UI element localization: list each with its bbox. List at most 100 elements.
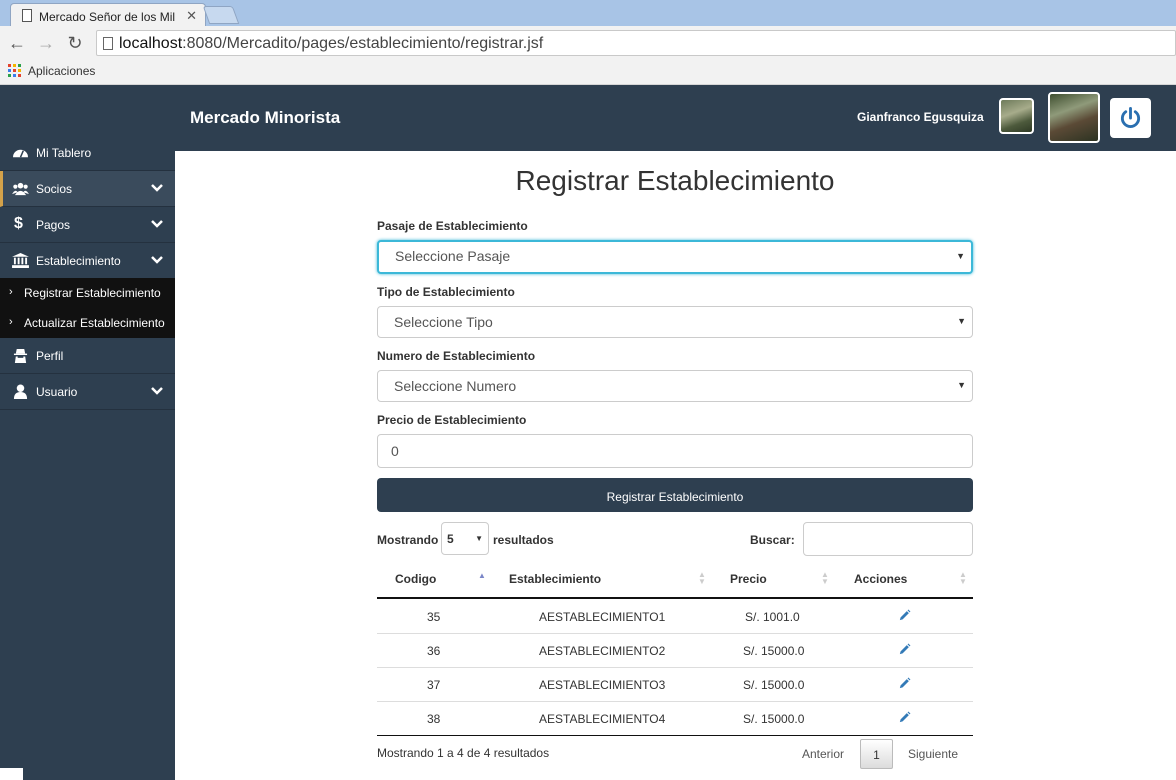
edit-icon[interactable] xyxy=(898,643,911,656)
cell-establecimiento: AESTABLECIMIENTO2 xyxy=(539,644,666,658)
sidebar-item-pagos[interactable]: $ Pagos xyxy=(0,207,175,243)
numero-select[interactable]: Seleccione Numero ▼ xyxy=(377,370,973,402)
reload-icon[interactable]: ↻ xyxy=(65,33,85,53)
sidebar-item-label: Perfil xyxy=(36,349,64,363)
tipo-label: Tipo de Establecimiento xyxy=(377,285,515,299)
caret-down-icon: ▼ xyxy=(475,534,483,543)
numero-select-value: Seleccione Numero xyxy=(394,378,517,394)
column-header-establecimiento[interactable]: Establecimiento xyxy=(509,572,601,586)
caret-down-icon: ▼ xyxy=(957,380,966,390)
cell-precio: S/. 15000.0 xyxy=(743,678,805,692)
cell-precio: S/. 15000.0 xyxy=(743,644,805,658)
sidebar-subitem-actualizar[interactable]: › Actualizar Establecimiento xyxy=(0,308,175,338)
caret-down-icon: ▼ xyxy=(957,316,966,326)
bookmarks-bar: Aplicaciones xyxy=(0,60,1176,85)
brand-title[interactable]: Mercado Minorista xyxy=(190,108,340,128)
close-tab-icon[interactable]: ✕ xyxy=(186,8,197,24)
cell-establecimiento: AESTABLECIMIENTO3 xyxy=(539,678,666,692)
cell-establecimiento: AESTABLECIMIENTO1 xyxy=(539,610,666,624)
sidebar-item-usuario[interactable]: Usuario xyxy=(0,374,175,410)
sidebar-subitem-registrar[interactable]: › Registrar Establecimiento xyxy=(0,278,175,308)
cell-precio: S/. 1001.0 xyxy=(745,610,800,624)
chevron-down-icon xyxy=(151,184,163,192)
user-secret-icon xyxy=(13,348,28,363)
user-avatar[interactable] xyxy=(1048,92,1100,143)
bank-icon xyxy=(12,253,29,268)
pagination-next[interactable]: Siguiente xyxy=(908,747,958,761)
sidebar-item-perfil[interactable]: Perfil xyxy=(0,338,175,374)
search-input[interactable] xyxy=(803,522,973,556)
sidebar-item-label: Pagos xyxy=(36,218,71,232)
pagination-page-current[interactable]: 1 xyxy=(860,739,893,769)
cell-establecimiento: AESTABLECIMIENTO4 xyxy=(539,712,666,726)
pagination-previous[interactable]: Anterior xyxy=(802,747,844,761)
edit-icon[interactable] xyxy=(898,609,911,622)
search-label: Buscar: xyxy=(750,533,795,547)
user-icon xyxy=(13,384,28,399)
sort-icon[interactable]: ▲ ▼ xyxy=(959,571,967,586)
table-header: Codigo ▲ Establecimiento ▲ ▼ Precio ▲ ▼ Ac… xyxy=(377,562,973,599)
user-name: Gianfranco Egusquiza xyxy=(857,110,984,124)
chevron-down-icon xyxy=(151,387,163,395)
edit-icon[interactable] xyxy=(898,711,911,724)
edit-icon[interactable] xyxy=(898,677,911,690)
length-results-label: resultados xyxy=(493,533,554,547)
browser-tab[interactable]: Mercado Señor de los Mil ✕ xyxy=(10,3,206,26)
table-row: 35 AESTABLECIMIENTO1 S/. 1001.0 xyxy=(377,600,973,634)
sort-icon[interactable]: ▲ ▼ xyxy=(821,571,829,586)
sidebar-corner xyxy=(0,768,23,780)
url-path: :8080/Mercadito/pages/establecimiento/re… xyxy=(182,35,544,52)
column-header-codigo[interactable]: Codigo xyxy=(395,572,436,586)
cell-codigo: 38 xyxy=(427,712,441,726)
sidebar-subitem-label: Actualizar Establecimiento xyxy=(24,316,165,330)
bookmark-apps[interactable]: Aplicaciones xyxy=(28,64,95,78)
users-icon xyxy=(12,182,29,196)
registrar-button[interactable]: Registrar Establecimiento xyxy=(377,478,973,512)
chevron-right-icon: › xyxy=(9,286,13,298)
pasaje-select[interactable]: Seleccione Pasaje ▼ xyxy=(377,240,973,274)
pasaje-label: Pasaje de Establecimiento xyxy=(377,219,528,233)
precio-label: Precio de Establecimiento xyxy=(377,413,527,427)
logout-button[interactable] xyxy=(1110,98,1151,138)
cell-precio: S/. 15000.0 xyxy=(743,712,805,726)
numero-label: Numero de Establecimiento xyxy=(377,349,536,363)
tipo-select[interactable]: Seleccione Tipo ▼ xyxy=(377,306,973,338)
chevron-down-icon xyxy=(151,220,163,228)
sidebar-item-establecimiento[interactable]: Establecimiento xyxy=(0,243,175,279)
column-header-precio[interactable]: Precio xyxy=(730,572,767,586)
sidebar-subitem-label: Registrar Establecimiento xyxy=(24,286,161,300)
app-header: Mercado Minorista Gianfranco Egusquiza xyxy=(0,85,1176,151)
sidebar-item-label: Usuario xyxy=(36,385,78,399)
browser-tab-title: Mercado Señor de los Mil xyxy=(39,10,176,24)
apps-grid-icon[interactable] xyxy=(8,64,21,77)
page-info-icon xyxy=(103,37,113,50)
cell-codigo: 35 xyxy=(427,610,441,624)
table-row: 36 AESTABLECIMIENTO2 S/. 15000.0 xyxy=(377,634,973,668)
power-icon xyxy=(1120,106,1141,128)
sidebar-item-mi-tablero[interactable]: Mi Tablero xyxy=(0,135,175,171)
browser-tab-bar: Mercado Señor de los Mil ✕ xyxy=(0,0,1176,26)
cell-codigo: 37 xyxy=(427,678,441,692)
page-title: Registrar Establecimiento xyxy=(515,165,835,196)
sort-ascending-icon[interactable]: ▲ xyxy=(478,572,486,580)
page-length-select[interactable]: 5 ▼ xyxy=(441,522,489,555)
sort-icon[interactable]: ▲ ▼ xyxy=(698,571,706,586)
pasaje-select-value: Seleccione Pasaje xyxy=(395,248,511,264)
precio-input-value: 0 xyxy=(391,443,399,459)
dollar-icon: $ xyxy=(14,215,23,232)
precio-input[interactable]: 0 xyxy=(377,434,973,468)
browser-toolbar: ← → ↻ localhost:8080/Mercadito/pages/est… xyxy=(0,26,1176,60)
address-bar[interactable]: localhost:8080/Mercadito/pages/estableci… xyxy=(96,30,1176,56)
new-tab-button[interactable] xyxy=(202,6,240,24)
table-row: 37 AESTABLECIMIENTO3 S/. 15000.0 xyxy=(377,668,973,702)
page-length-value: 5 xyxy=(447,532,454,546)
sidebar-item-socios[interactable]: Socios xyxy=(0,171,175,207)
column-header-acciones[interactable]: Acciones xyxy=(854,572,907,586)
forward-icon[interactable]: → xyxy=(36,33,56,53)
tipo-select-value: Seleccione Tipo xyxy=(394,314,493,330)
sidebar-item-label: Socios xyxy=(36,182,73,196)
cell-codigo: 36 xyxy=(427,644,441,658)
page-icon xyxy=(22,9,32,22)
back-icon[interactable]: ← xyxy=(7,33,27,53)
user-avatar-small[interactable] xyxy=(999,98,1034,134)
